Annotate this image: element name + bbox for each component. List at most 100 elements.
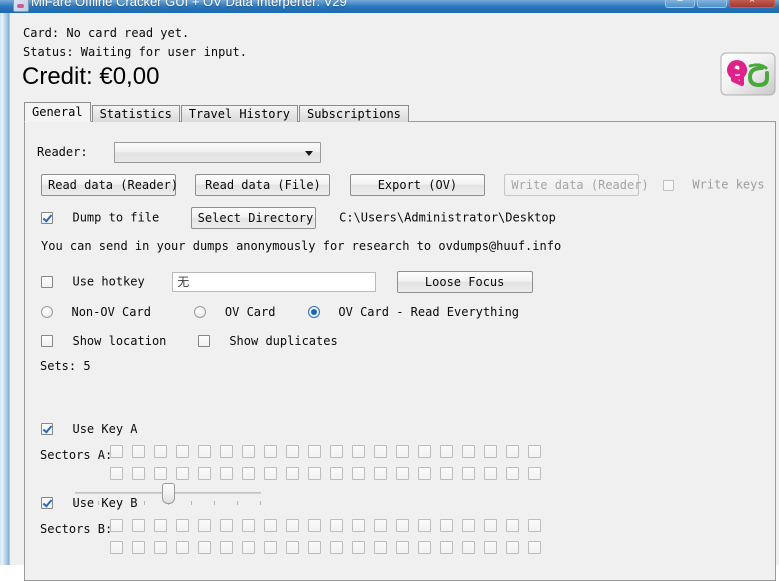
sector-a-checkbox[interactable] xyxy=(440,445,453,458)
sector-a-checkbox[interactable] xyxy=(132,445,145,458)
use-key-a-checkbox[interactable] xyxy=(41,423,53,435)
sector-a-checkbox[interactable] xyxy=(484,445,497,458)
sector-b-checkbox[interactable] xyxy=(462,519,475,532)
sector-a-checkbox[interactable] xyxy=(506,445,519,458)
sector-b-checkbox[interactable] xyxy=(352,519,365,532)
select-directory-button[interactable]: Select Directory xyxy=(190,207,316,229)
radio-ov-card-read-everything[interactable] xyxy=(307,306,320,318)
sector-a-checkbox[interactable] xyxy=(242,445,255,458)
sector-a-checkbox[interactable] xyxy=(220,445,233,458)
sector-b-checkbox[interactable] xyxy=(506,519,519,532)
sector-b-checkbox[interactable] xyxy=(132,541,145,554)
sector-b-checkbox[interactable] xyxy=(242,541,255,554)
use-hotkey-checkbox[interactable] xyxy=(41,275,53,288)
sector-b-checkbox[interactable] xyxy=(462,541,475,554)
sets-slider-thumb[interactable] xyxy=(162,483,175,504)
sector-b-checkbox[interactable] xyxy=(374,541,387,554)
close-button[interactable]: × xyxy=(729,0,775,8)
hotkey-input[interactable]: 无 xyxy=(172,272,377,292)
radio-non-ov-card[interactable] xyxy=(41,306,53,318)
sector-a-checkbox[interactable] xyxy=(110,445,123,458)
sector-b-checkbox[interactable] xyxy=(132,519,145,532)
sector-a-checkbox[interactable] xyxy=(154,445,167,458)
sector-b-checkbox[interactable] xyxy=(286,519,299,532)
sector-b-checkbox[interactable] xyxy=(286,541,299,554)
read-data-file-button[interactable]: Read data (File) xyxy=(195,174,331,196)
sector-a-checkbox[interactable] xyxy=(352,445,365,458)
sector-a-checkbox[interactable] xyxy=(110,467,123,480)
sector-a-checkbox[interactable] xyxy=(374,467,387,480)
reader-select[interactable] xyxy=(114,142,322,163)
sector-b-checkbox[interactable] xyxy=(440,541,453,554)
export-ov-button[interactable]: Export (OV) xyxy=(349,174,485,196)
sector-a-checkbox[interactable] xyxy=(286,445,299,458)
radio-ov-card[interactable] xyxy=(194,306,207,318)
sector-a-checkbox[interactable] xyxy=(242,467,255,480)
sector-b-checkbox[interactable] xyxy=(330,541,343,554)
sector-a-checkbox[interactable] xyxy=(308,445,321,458)
sector-b-checkbox[interactable] xyxy=(154,519,167,532)
sector-a-checkbox[interactable] xyxy=(462,467,475,480)
sector-a-checkbox[interactable] xyxy=(528,445,541,458)
sector-b-checkbox[interactable] xyxy=(528,541,541,554)
sector-a-checkbox[interactable] xyxy=(176,467,189,480)
maximize-button[interactable] xyxy=(697,0,727,8)
sector-b-checkbox[interactable] xyxy=(176,541,189,554)
sector-b-checkbox[interactable] xyxy=(110,541,123,554)
sector-b-checkbox[interactable] xyxy=(308,519,321,532)
sector-b-checkbox[interactable] xyxy=(154,541,167,554)
tab-general[interactable]: General xyxy=(24,102,91,122)
show-duplicates-checkbox[interactable] xyxy=(197,335,210,347)
sector-b-checkbox[interactable] xyxy=(440,519,453,532)
show-location-checkbox[interactable] xyxy=(41,335,53,347)
sector-b-checkbox[interactable] xyxy=(176,519,189,532)
sector-a-checkbox[interactable] xyxy=(330,467,343,480)
sector-b-checkbox[interactable] xyxy=(220,541,233,554)
sector-a-checkbox[interactable] xyxy=(132,467,145,480)
sector-b-checkbox[interactable] xyxy=(220,519,233,532)
sector-b-checkbox[interactable] xyxy=(352,541,365,554)
sector-b-checkbox[interactable] xyxy=(506,541,519,554)
minimize-button[interactable]: – xyxy=(665,0,695,8)
sector-a-checkbox[interactable] xyxy=(220,467,233,480)
sector-b-checkbox[interactable] xyxy=(418,541,431,554)
sector-a-checkbox[interactable] xyxy=(176,445,189,458)
sector-a-checkbox[interactable] xyxy=(264,445,277,458)
sector-a-checkbox[interactable] xyxy=(528,467,541,480)
tab-travel-history[interactable]: Travel History xyxy=(180,105,298,122)
write-data-reader-button[interactable]: Write data (Reader) xyxy=(504,174,649,196)
sector-b-checkbox[interactable] xyxy=(484,519,497,532)
use-key-b-checkbox[interactable] xyxy=(41,497,53,509)
read-data-reader-button[interactable]: Read data (Reader) xyxy=(41,174,178,196)
sector-a-checkbox[interactable] xyxy=(352,467,365,480)
sector-b-checkbox[interactable] xyxy=(484,541,497,554)
sector-b-checkbox[interactable] xyxy=(198,541,211,554)
sector-a-checkbox[interactable] xyxy=(198,445,211,458)
sector-a-checkbox[interactable] xyxy=(198,467,211,480)
title-bar[interactable]: MiFare Offline Cracker GUI + OV Data Int… xyxy=(0,0,779,13)
sector-a-checkbox[interactable] xyxy=(308,467,321,480)
loose-focus-button[interactable]: Loose Focus xyxy=(396,271,533,293)
sector-a-checkbox[interactable] xyxy=(506,467,519,480)
sector-b-checkbox[interactable] xyxy=(264,541,277,554)
sector-a-checkbox[interactable] xyxy=(396,445,409,458)
sector-b-checkbox[interactable] xyxy=(110,519,123,532)
sector-a-checkbox[interactable] xyxy=(462,445,475,458)
sector-b-checkbox[interactable] xyxy=(528,519,541,532)
dump-to-file-checkbox[interactable] xyxy=(41,211,53,224)
sector-b-checkbox[interactable] xyxy=(396,519,409,532)
sector-b-checkbox[interactable] xyxy=(396,541,409,554)
sector-b-checkbox[interactable] xyxy=(264,519,277,532)
write-keys-checkbox[interactable] xyxy=(662,179,674,191)
sector-b-checkbox[interactable] xyxy=(330,519,343,532)
sector-a-checkbox[interactable] xyxy=(330,445,343,458)
sector-b-checkbox[interactable] xyxy=(242,519,255,532)
sector-b-checkbox[interactable] xyxy=(198,519,211,532)
sector-a-checkbox[interactable] xyxy=(264,467,277,480)
sector-a-checkbox[interactable] xyxy=(440,467,453,480)
sector-b-checkbox[interactable] xyxy=(418,519,431,532)
tab-statistics[interactable]: Statistics xyxy=(91,105,180,122)
sector-a-checkbox[interactable] xyxy=(418,445,431,458)
sector-a-checkbox[interactable] xyxy=(154,467,167,480)
sector-b-checkbox[interactable] xyxy=(308,541,321,554)
